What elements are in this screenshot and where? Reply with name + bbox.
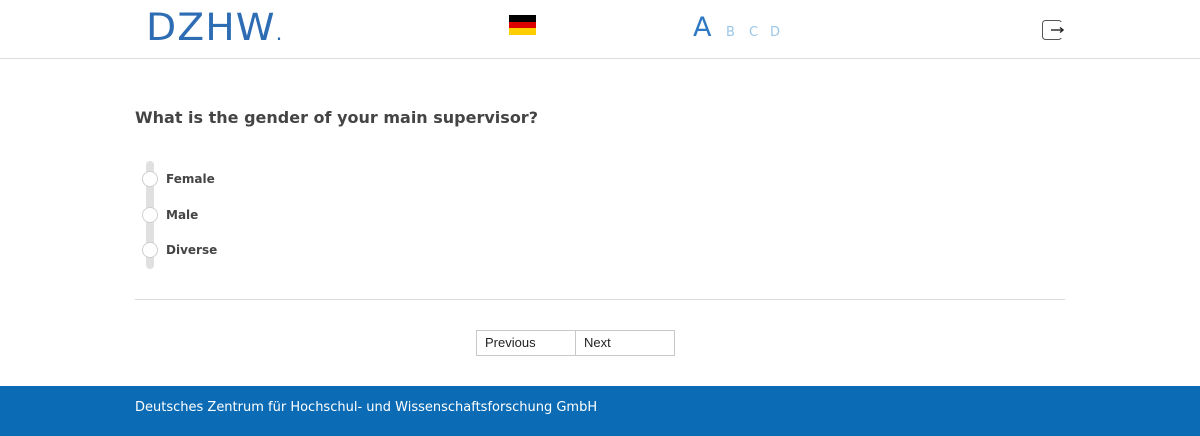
footer-text: Deutsches Zentrum für Hochschul- und Wis… [135, 400, 598, 415]
font-size-d[interactable]: D [770, 25, 780, 40]
option-female[interactable]: Female [142, 170, 215, 188]
logo-text: DZHW [146, 6, 276, 49]
navigation-buttons: Previous Next [476, 330, 675, 356]
radio-male[interactable] [142, 207, 158, 223]
font-size-b[interactable]: B [726, 25, 735, 40]
exit-icon[interactable] [1042, 20, 1065, 40]
previous-button[interactable]: Previous [476, 330, 576, 356]
option-diverse[interactable]: Diverse [142, 241, 217, 259]
font-size-a[interactable]: A [693, 12, 711, 43]
option-label-male: Male [166, 208, 199, 222]
question-title: What is the gender of your main supervis… [135, 108, 538, 127]
option-male[interactable]: Male [142, 206, 198, 224]
option-label-female: Female [166, 172, 215, 186]
divider [135, 299, 1065, 300]
germany-flag-icon[interactable] [509, 15, 536, 36]
radio-female[interactable] [142, 171, 158, 187]
dzhw-logo[interactable]: DZHW. [146, 8, 283, 53]
option-label-diverse: Diverse [166, 243, 218, 257]
logo-dot: . [275, 21, 284, 45]
page-footer: Deutsches Zentrum für Hochschul- und Wis… [0, 386, 1200, 436]
font-size-c[interactable]: C [749, 25, 758, 40]
next-button[interactable]: Next [575, 330, 675, 356]
radio-diverse[interactable] [142, 242, 158, 258]
page-header: DZHW. A B C D [0, 0, 1200, 59]
